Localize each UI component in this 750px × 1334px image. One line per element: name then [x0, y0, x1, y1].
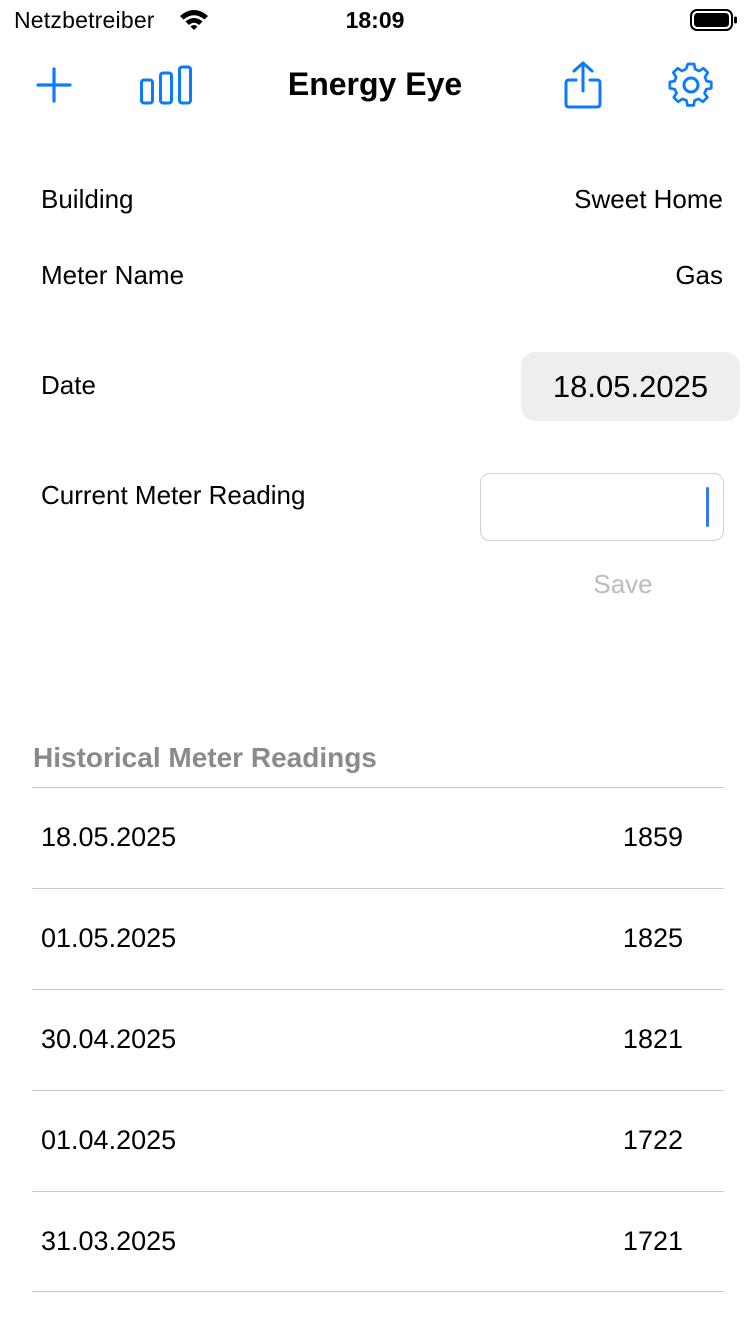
share-button[interactable] [558, 60, 608, 110]
reading-value: 1859 [622, 822, 683, 852]
navigation-bar: Energy Eye [0, 52, 750, 118]
save-button[interactable]: Save [560, 569, 686, 600]
settings-button[interactable] [666, 60, 716, 110]
reading-value: 1821 [622, 1024, 683, 1054]
reading-value: 1721 [622, 1226, 683, 1256]
status-time: 18:09 [345, 7, 405, 33]
date-label: Date [41, 370, 96, 400]
history-section-header: Historical Meter Readings [33, 742, 377, 773]
battery-icon [690, 9, 737, 31]
list-item[interactable]: 30.04.2025 1821 [32, 989, 724, 1090]
text-caret [706, 487, 709, 527]
building-value[interactable]: Sweet Home [574, 184, 723, 215]
list-item[interactable]: 18.05.2025 1859 [32, 787, 724, 888]
meter-name-value[interactable]: Gas [675, 260, 723, 291]
list-item[interactable]: 31.03.2025 1721 [32, 1191, 724, 1292]
current-reading-label: Current Meter Reading [41, 480, 306, 510]
status-bar: Netzbetreiber 18:09 [0, 0, 750, 40]
reading-date: 31.03.2025 [41, 1226, 177, 1256]
share-icon [564, 61, 602, 109]
reading-date: 01.04.2025 [41, 1125, 177, 1155]
reading-date: 30.04.2025 [41, 1024, 177, 1054]
list-item[interactable]: 01.04.2025 1722 [32, 1090, 724, 1191]
building-label: Building [41, 184, 134, 214]
reading-value: 1722 [622, 1125, 683, 1155]
reading-value: 1825 [622, 923, 683, 953]
date-picker[interactable]: 18.05.2025 [521, 352, 740, 421]
list-item[interactable]: 01.05.2025 1825 [32, 888, 724, 989]
reading-date: 18.05.2025 [41, 822, 177, 852]
history-list: 18.05.2025 1859 01.05.2025 1825 30.04.20… [32, 787, 724, 1292]
gear-icon [668, 62, 713, 107]
current-reading-input[interactable] [480, 473, 724, 541]
reading-date: 01.05.2025 [41, 923, 177, 953]
meter-name-label: Meter Name [41, 260, 185, 290]
app-title: Energy Eye [287, 66, 463, 102]
